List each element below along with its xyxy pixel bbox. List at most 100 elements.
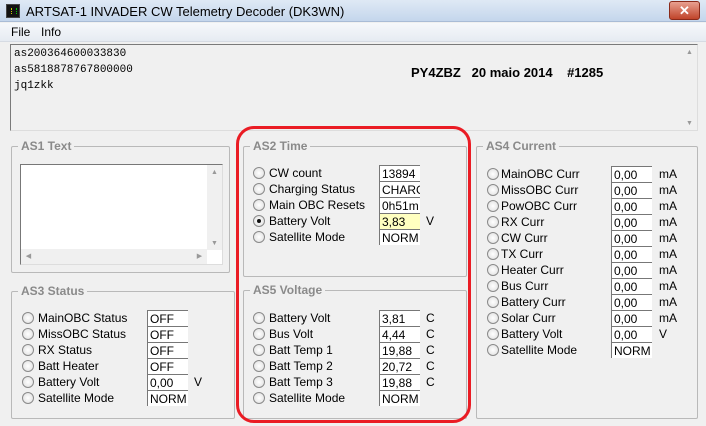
- row-missobc-curr[interactable]: MissOBC Curr 0,00 mA: [477, 182, 697, 198]
- unit-label: mA: [659, 279, 677, 293]
- log-line: as5818878767800000: [14, 64, 133, 76]
- scroll-down-icon[interactable]: ▼: [207, 240, 222, 247]
- unit-label: mA: [659, 263, 677, 277]
- radio-button[interactable]: [487, 216, 499, 228]
- radio-button[interactable]: [22, 312, 34, 324]
- unit-label: V: [659, 327, 668, 341]
- radio-button[interactable]: [487, 280, 499, 292]
- row-label: MissOBC Status: [38, 327, 127, 341]
- value-field[interactable]: OFF: [147, 358, 188, 374]
- close-button[interactable]: ✕: [669, 1, 700, 20]
- row-label: Satellite Mode: [501, 343, 578, 357]
- row-mainobc-curr[interactable]: MainOBC Curr 0,00 mA: [477, 166, 697, 182]
- scroll-up-icon[interactable]: ▲: [682, 49, 697, 56]
- row-heater-curr[interactable]: Heater Curr 0,00 mA: [477, 262, 697, 278]
- row-missobc-status[interactable]: MissOBC Status OFF: [12, 326, 234, 342]
- row-satellite-mode[interactable]: Satellite Mode NORM: [12, 390, 234, 406]
- row-solar-curr[interactable]: Solar Curr 0,00 mA: [477, 310, 697, 326]
- row-mainobc-status[interactable]: MainOBC Status OFF: [12, 310, 234, 326]
- radio-button[interactable]: [487, 248, 499, 260]
- value-field[interactable]: 0,00: [611, 214, 652, 230]
- scroll-left-icon[interactable]: ◀: [21, 252, 36, 260]
- radio-button[interactable]: [487, 200, 499, 212]
- as1-hscroll[interactable]: ◀ ▶: [21, 249, 207, 264]
- station-info: PY4ZBZ 20 maio 2014 #1285: [411, 65, 604, 80]
- radio-button[interactable]: [487, 184, 499, 196]
- row-battery-curr[interactable]: Battery Curr 0,00 mA: [477, 294, 697, 310]
- value-field[interactable]: 0,00: [611, 278, 652, 294]
- row-batt-heater[interactable]: Batt Heater OFF: [12, 358, 234, 374]
- value-field[interactable]: 0,00: [611, 326, 652, 342]
- value-field[interactable]: OFF: [147, 310, 188, 326]
- unit-label: mA: [659, 295, 677, 309]
- as1-text-group: AS1 Text ▲ ▼ ◀ ▶: [11, 139, 230, 273]
- radio-button[interactable]: [22, 344, 34, 356]
- radio-button[interactable]: [487, 264, 499, 276]
- group-title: AS1 Text: [18, 139, 75, 153]
- row-powobc-curr[interactable]: PowOBC Curr 0,00 mA: [477, 198, 697, 214]
- title-bar: ARTSAT-1 INVADER CW Telemetry Decoder (D…: [0, 0, 706, 22]
- as1-vscroll[interactable]: ▲ ▼: [207, 165, 222, 250]
- as1-text-area[interactable]: ▲ ▼ ◀ ▶: [20, 164, 223, 265]
- value-field[interactable]: 0,00: [611, 310, 652, 326]
- menu-bar: File Info: [0, 23, 706, 42]
- value-field[interactable]: NORM: [611, 342, 652, 358]
- group-title: AS4 Current: [483, 139, 560, 153]
- log-scrollbar[interactable]: ▲ ▼: [682, 45, 697, 130]
- row-battery-volt[interactable]: Battery Volt 0,00 V: [12, 374, 234, 390]
- group-title: AS3 Status: [18, 284, 88, 298]
- row-rx-curr[interactable]: RX Curr 0,00 mA: [477, 214, 697, 230]
- row-label: Heater Curr: [501, 263, 564, 277]
- radio-button[interactable]: [22, 376, 34, 388]
- radio-button[interactable]: [22, 328, 34, 340]
- radio-button[interactable]: [487, 296, 499, 308]
- row-satellite-mode[interactable]: Satellite Mode NORM: [477, 342, 697, 358]
- row-label: PowOBC Curr: [501, 199, 578, 213]
- value-field[interactable]: 0,00: [611, 294, 652, 310]
- value-field[interactable]: 0,00: [611, 166, 652, 182]
- value-field[interactable]: 0,00: [611, 246, 652, 262]
- row-cw-curr[interactable]: CW Curr 0,00 mA: [477, 230, 697, 246]
- radio-button[interactable]: [22, 360, 34, 372]
- row-label: Battery Volt: [501, 327, 563, 341]
- radio-button[interactable]: [487, 328, 499, 340]
- row-bus-curr[interactable]: Bus Curr 0,00 mA: [477, 278, 697, 294]
- radio-button[interactable]: [487, 168, 499, 180]
- value-field[interactable]: NORM: [147, 390, 188, 406]
- value-field[interactable]: 0,00: [611, 182, 652, 198]
- row-label: TX Curr: [501, 247, 543, 261]
- row-label: MainOBC Curr: [501, 167, 580, 181]
- row-label: Battery Volt: [38, 375, 100, 389]
- scroll-up-icon[interactable]: ▲: [207, 169, 222, 176]
- as4-current-group: AS4 Current MainOBC Curr 0,00 mA MissOBC Cur…: [476, 139, 698, 419]
- row-label: Battery Curr: [501, 295, 566, 309]
- row-label: RX Status: [38, 343, 93, 357]
- radio-button[interactable]: [487, 232, 499, 244]
- log-line: as200364600033830: [14, 48, 127, 60]
- value-field[interactable]: 0,00: [611, 262, 652, 278]
- row-rx-status[interactable]: RX Status OFF: [12, 342, 234, 358]
- telemetry-log[interactable]: as200364600033830 as5818878767800000 jq1…: [10, 44, 698, 131]
- row-label: Bus Curr: [501, 279, 549, 293]
- value-field[interactable]: OFF: [147, 342, 188, 358]
- unit-label: V: [194, 375, 203, 389]
- value-field[interactable]: 0,00: [611, 230, 652, 246]
- unit-label: mA: [659, 247, 677, 261]
- value-field[interactable]: OFF: [147, 326, 188, 342]
- menu-file[interactable]: File: [11, 25, 30, 39]
- unit-label: mA: [659, 167, 677, 181]
- menu-info[interactable]: Info: [41, 25, 61, 39]
- scroll-right-icon[interactable]: ▶: [192, 252, 207, 260]
- row-label: Satellite Mode: [38, 391, 115, 405]
- log-line: jq1zkk: [14, 80, 54, 92]
- value-field[interactable]: 0,00: [147, 374, 188, 390]
- scroll-down-icon[interactable]: ▼: [682, 120, 697, 127]
- radio-button[interactable]: [487, 312, 499, 324]
- value-field[interactable]: 0,00: [611, 198, 652, 214]
- row-label: RX Curr: [501, 215, 545, 229]
- row-tx-curr[interactable]: TX Curr 0,00 mA: [477, 246, 697, 262]
- radio-button[interactable]: [22, 392, 34, 404]
- radio-button[interactable]: [487, 344, 499, 356]
- row-label: Batt Heater: [38, 359, 99, 373]
- row-battery-volt[interactable]: Battery Volt 0,00 V: [477, 326, 697, 342]
